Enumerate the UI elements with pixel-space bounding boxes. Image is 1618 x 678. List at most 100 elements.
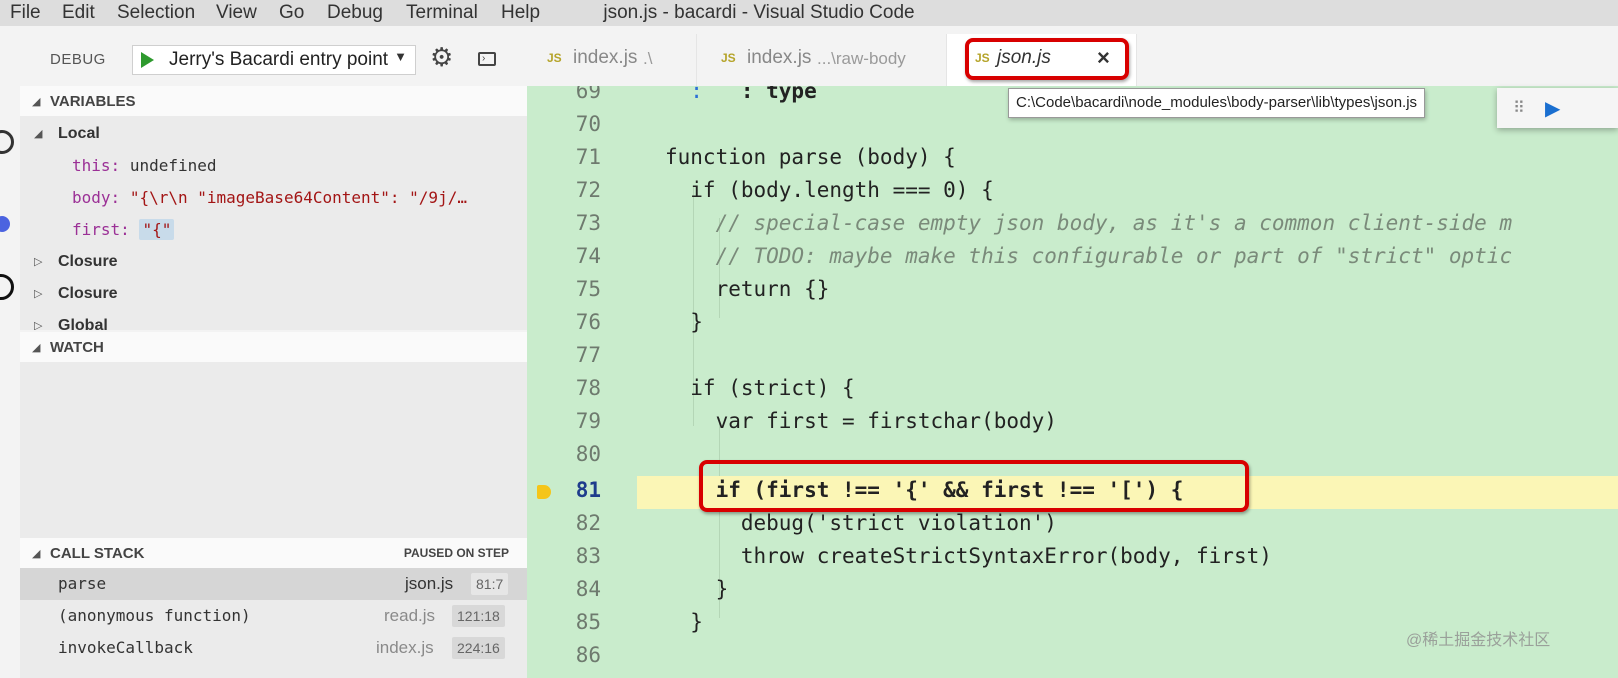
variables-tree: ◢ Local this: undefined body: "{\r\n "im… — [20, 116, 527, 330]
frame-function: parse — [58, 574, 107, 593]
file-path-tooltip: C:\Code\bacardi\node_modules\body-parser… — [1008, 88, 1426, 118]
activity-bar — [0, 34, 20, 678]
highlight-annotation — [699, 460, 1249, 512]
code-line: 71 function parse (body) { — [527, 142, 1618, 175]
menu-selection[interactable]: Selection — [117, 2, 195, 24]
callstack-section-header[interactable]: ◢ CALL STACK PAUSED ON STEP — [20, 538, 527, 568]
code-text: debug('strict violation') — [665, 511, 1057, 535]
frame-file: json.js — [405, 574, 454, 593]
paused-status: PAUSED ON STEP — [403, 546, 509, 560]
variable-name: this: — [72, 156, 121, 175]
frame-file: index.js — [376, 638, 434, 657]
scope-closure[interactable]: ▷ Closure — [20, 246, 527, 278]
code-text: if (strict) { — [665, 376, 855, 400]
launch-config-select[interactable]: Jerry's Bacardi entry point ▼ — [132, 45, 416, 75]
launch-config-label: Jerry's Bacardi entry point — [169, 49, 389, 70]
scope-closure[interactable]: ▷ Closure — [20, 278, 527, 310]
variable-name: body: — [72, 188, 121, 207]
watch-list — [20, 362, 527, 538]
code-editor[interactable]: 69 : : type 70 71 function parse (body) … — [527, 86, 1618, 678]
js-file-icon: JS — [547, 51, 562, 65]
line-number: 79 — [575, 409, 601, 433]
line-number: 77 — [575, 343, 601, 367]
debug-label: DEBUG — [50, 51, 106, 68]
code-text: if (body.length === 0) { — [665, 178, 994, 202]
code-line: 82 debug('strict violation') — [527, 508, 1618, 541]
code-comment: // TODO: maybe make this configurable or… — [665, 244, 1513, 268]
chevron-down-icon[interactable]: ▼ — [394, 49, 407, 64]
section-title: WATCH — [50, 339, 104, 356]
line-number: 83 — [575, 544, 601, 568]
debug-toolbar: DEBUG Jerry's Bacardi entry point ▼ ⚙ › — [20, 34, 527, 86]
menu-file[interactable]: File — [10, 2, 41, 24]
code-line: 83 throw createStrictSyntaxError(body, f… — [527, 541, 1618, 574]
variable-value: undefined — [129, 156, 217, 175]
line-number: 73 — [575, 211, 601, 235]
code-line: 75 return {} — [527, 274, 1618, 307]
stack-frame[interactable]: (anonymous function) read.js 121:18 — [20, 600, 527, 632]
variable-name: first: — [72, 220, 130, 239]
watch-section-header[interactable]: ◢ WATCH — [20, 332, 527, 362]
code-line: 79 var first = firstchar(body) — [527, 406, 1618, 439]
variable-this[interactable]: this: undefined — [20, 150, 527, 182]
code-text: } — [665, 310, 703, 334]
window-title: json.js - bacardi - Visual Studio Code — [603, 2, 915, 23]
activity-extensions-icon[interactable] — [0, 274, 14, 300]
tab-description: .\ — [643, 49, 653, 68]
scope-global[interactable]: ▷ Global — [20, 310, 527, 330]
debug-console-icon[interactable]: › — [478, 52, 496, 66]
line-number: 86 — [575, 643, 601, 667]
frame-function: invokeCallback — [58, 638, 193, 657]
line-number: 76 — [575, 310, 601, 334]
line-number: 80 — [575, 442, 601, 466]
chevron-down-icon: ◢ — [34, 128, 43, 140]
variables-section-header[interactable]: ◢ VARIABLES — [20, 86, 527, 116]
tab-description: ...\raw-body — [817, 49, 906, 68]
scope-label: Global — [58, 317, 108, 330]
code-comment: // special-case empty json body, as it's… — [665, 211, 1513, 235]
section-title: VARIABLES — [50, 93, 136, 110]
tab-index-js-raw-body[interactable]: JS index.js ...\raw-body — [697, 34, 947, 86]
code-line: 73 // special-case empty json body, as i… — [527, 208, 1618, 241]
line-number: 72 — [575, 178, 601, 202]
scope-label: Closure — [58, 285, 118, 302]
start-debugging-icon[interactable] — [141, 52, 154, 68]
line-number: 71 — [575, 145, 601, 169]
variable-first[interactable]: first: "{" — [20, 214, 527, 246]
code-line: 76 } — [527, 307, 1618, 340]
activity-debug-badge-icon[interactable] — [0, 216, 10, 232]
chevron-right-icon: ▷ — [34, 288, 43, 300]
scope-local[interactable]: ◢ Local — [20, 118, 527, 150]
frame-file: read.js — [384, 606, 436, 625]
highlight-annotation — [965, 38, 1129, 80]
activity-explorer-icon[interactable] — [0, 130, 14, 154]
stack-frame[interactable]: parse json.js 81:7 — [20, 568, 527, 600]
variable-body[interactable]: body: "{\r\n "imageBase64Content": "/9j/… — [20, 182, 527, 214]
menu-bar: File Edit Selection View Go Debug Termin… — [0, 0, 1618, 26]
stack-frame[interactable]: invokeCallback index.js 224:16 — [20, 632, 527, 664]
line-number: 82 — [575, 511, 601, 535]
code-line: 77 — [527, 340, 1618, 373]
continue-icon[interactable]: ▶ — [1545, 96, 1560, 121]
floating-debug-toolbar: ⠿ ▶ — [1497, 88, 1618, 128]
watermark: @稀土掘金技术社区 — [1406, 632, 1551, 649]
scope-label: Local — [58, 125, 100, 142]
frame-position: 224:16 — [452, 637, 505, 659]
js-file-icon: JS — [721, 51, 736, 65]
line-number: 69 — [575, 86, 601, 103]
tab-label: index.js — [747, 47, 812, 68]
tab-label: index.js — [573, 47, 638, 68]
frame-position: 121:18 — [452, 605, 505, 627]
line-number: 74 — [575, 244, 601, 268]
code-line: 74 // TODO: maybe make this configurable… — [527, 241, 1618, 274]
line-number: 81 — [575, 478, 601, 502]
menu-edit[interactable]: Edit — [62, 2, 95, 24]
code-text: : : type — [665, 86, 817, 103]
editor-tabs: JS index.js .\ JS index.js ...\raw-body … — [527, 34, 1618, 86]
code-text: } — [665, 577, 729, 601]
drag-handle-icon[interactable]: ⠿ — [1513, 98, 1525, 118]
line-number: 70 — [575, 112, 601, 136]
gear-icon[interactable]: ⚙ — [430, 44, 453, 70]
tab-index-js[interactable]: JS index.js .\ — [527, 34, 697, 86]
chevron-right-icon: ▷ — [34, 256, 43, 268]
